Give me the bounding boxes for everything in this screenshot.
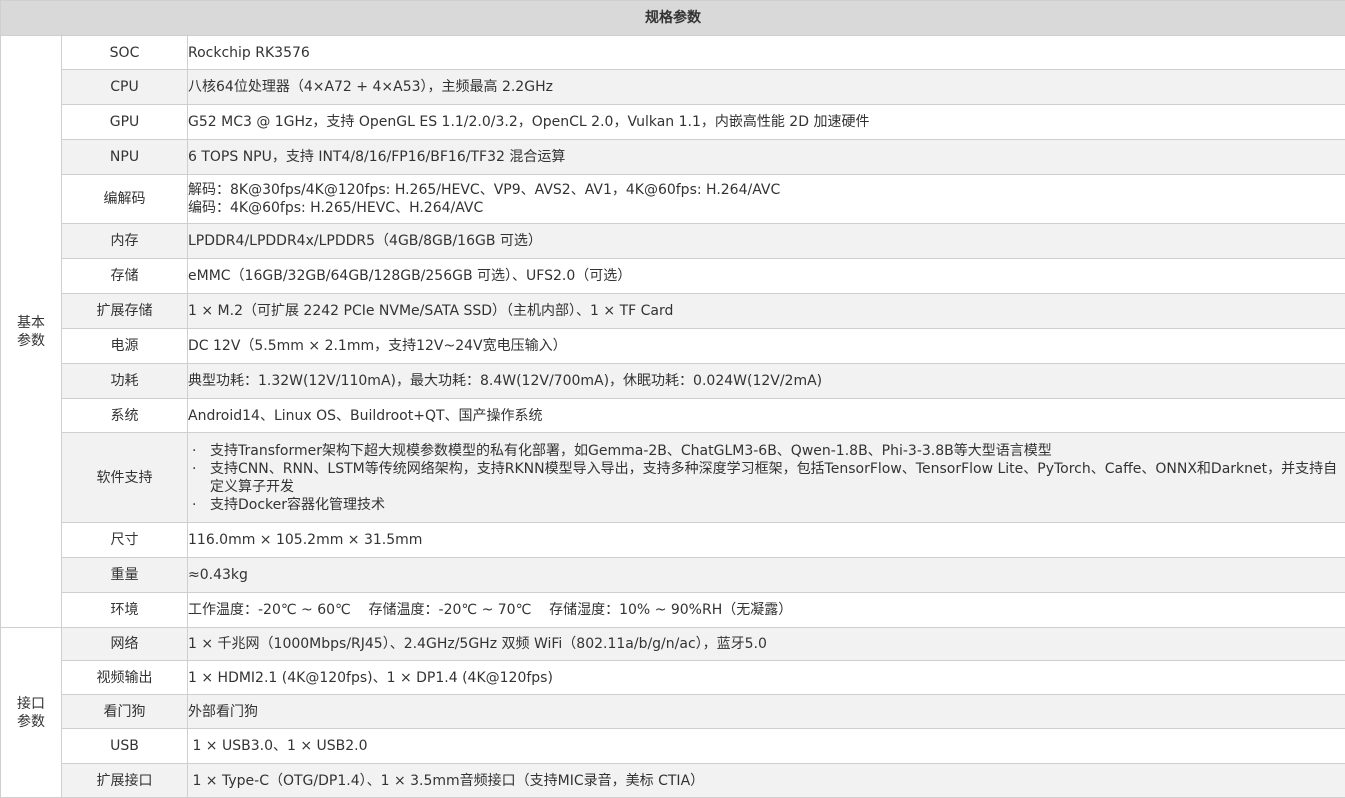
group-label: 接口参数 <box>0 627 62 798</box>
row-label: SOC <box>61 35 188 70</box>
row-value: 外部看门狗 <box>187 694 1345 729</box>
row-value: 116.0mm × 105.2mm × 31.5mm <box>187 522 1345 558</box>
table-row: 扩展存储 1 × M.2（可扩展 2242 PCIe NVMe/SATA SSD）… <box>1 293 1345 329</box>
row-label: CPU <box>61 69 188 105</box>
row-value: 1 × Type-C（OTG/DP1.4）、1 × 3.5mm音频接口（支持MI… <box>187 763 1345 798</box>
row-label: 扩展存储 <box>61 293 188 329</box>
value-line: 1 × M.2（可扩展 2242 PCIe NVMe/SATA SSD）（主机内… <box>188 303 674 319</box>
table-row: 电源 DC 12V（5.5mm × 2.1mm，支持12V~24V宽电压输入） <box>1 328 1345 364</box>
row-value: 1 × USB3.0、1 × USB2.0 <box>187 728 1345 764</box>
row-value: DC 12V（5.5mm × 2.1mm，支持12V~24V宽电压输入） <box>187 328 1345 364</box>
value-line: 解码：8K@30fps/4K@120fps: H.265/HEVC、VP9、AV… <box>188 182 781 198</box>
row-label: 网络 <box>61 627 188 661</box>
value-line: G52 MC3 @ 1GHz，支持 OpenGL ES 1.1/2.0/3.2，… <box>188 114 870 130</box>
table-row: CPU 八核64位处理器（4×A72 + 4×A53），主频最高 2.2GHz <box>1 69 1345 105</box>
row-label: 内存 <box>61 223 188 259</box>
spec-table: 规格参数 基本参数 SOC Rockchip RK3576 CPU 八核64位处理器（4… <box>0 0 1345 798</box>
table-row: 尺寸 116.0mm × 105.2mm × 31.5mm <box>1 522 1345 558</box>
row-label: 扩展接口 <box>61 763 188 798</box>
table-row: 内存 LPDDR4/LPDDR4x/LPDDR5（4GB/8GB/16GB 可选） <box>1 223 1345 259</box>
bullet-dot-icon: · <box>192 460 197 477</box>
table-row: 接口参数 网络 1 × 千兆网（1000Mbps/RJ45）、2.4GHz/5GHz… <box>0 627 1345 798</box>
table-header-row: 规格参数 <box>0 0 1345 36</box>
value-line: 116.0mm × 105.2mm × 31.5mm <box>188 532 423 548</box>
table-row: 视频输出 1 × HDMI2.1 (4K@120fps)、1 × DP1.4 (4… <box>1 660 1345 695</box>
value-line: eMMC（16GB/32GB/64GB/128GB/256GB 可选）、UFS2… <box>188 268 632 284</box>
row-label: 环境 <box>61 592 188 628</box>
row-label: 尺寸 <box>61 522 188 558</box>
row-value: Rockchip RK3576 <box>187 35 1345 70</box>
table-row: 环境 工作温度：-20℃ ~ 60℃ 存储温度：-20℃ ~ 70℃ 存储湿度：1… <box>1 592 1345 628</box>
row-label: 功耗 <box>61 363 188 399</box>
table-row: 系统 Android14、Linux OS、Buildroot+QT、国产操作系统 <box>1 398 1345 433</box>
row-label: 视频输出 <box>61 660 188 695</box>
bullet-text: 支持CNN、RNN、LSTM等传统网络架构，支持RKNN模型导入导出，支持多种深… <box>210 460 1338 495</box>
table-row: 扩展接口 1 × Type-C（OTG/DP1.4）、1 × 3.5mm音频接口… <box>1 763 1345 798</box>
table-row: 编解码 解码：8K@30fps/4K@120fps: H.265/HEVC、VP9… <box>1 174 1345 224</box>
value-line: 6 TOPS NPU，支持 INT4/8/16/FP16/BF16/TF32 混… <box>188 149 566 165</box>
group-label-text: 基本参数 <box>17 314 45 349</box>
row-value: · 支持Transformer架构下超大规模参数模型的私有化部署，如Gemma-2… <box>187 432 1345 523</box>
row-value: 工作温度：-20℃ ~ 60℃ 存储温度：-20℃ ~ 70℃ 存储湿度：10%… <box>187 592 1345 628</box>
row-label: 软件支持 <box>61 432 188 523</box>
row-value: G52 MC3 @ 1GHz，支持 OpenGL ES 1.1/2.0/3.2，… <box>187 104 1345 140</box>
value-line: Android14、Linux OS、Buildroot+QT、国产操作系统 <box>188 407 543 424</box>
spec-table-body: 基本参数 SOC Rockchip RK3576 CPU 八核64位处理器（4×A72 … <box>0 35 1345 798</box>
value-line: 1 × HDMI2.1 (4K@120fps)、1 × DP1.4 (4K@12… <box>188 669 553 686</box>
bullet-item: · 支持Docker容器化管理技术 <box>189 496 1345 514</box>
table-title: 规格参数 <box>0 0 1345 36</box>
value-line: DC 12V（5.5mm × 2.1mm，支持12V~24V宽电压输入） <box>188 338 567 354</box>
bullet-item: · 支持Transformer架构下超大规模参数模型的私有化部署，如Gemma-2… <box>189 442 1345 460</box>
value-line: 外部看门狗 <box>188 703 259 720</box>
row-value: 6 TOPS NPU，支持 INT4/8/16/FP16/BF16/TF32 混… <box>187 139 1345 175</box>
group-label: 基本参数 <box>0 35 62 628</box>
value-line: ≈0.43kg <box>188 567 248 583</box>
row-value: 解码：8K@30fps/4K@120fps: H.265/HEVC、VP9、AV… <box>187 174 1345 224</box>
table-row: NPU 6 TOPS NPU，支持 INT4/8/16/FP16/BF16/TF3… <box>1 139 1345 175</box>
row-label: 重量 <box>61 557 188 593</box>
table-row: 基本参数 SOC Rockchip RK3576 <box>0 35 1345 628</box>
value-line: 八核64位处理器（4×A72 + 4×A53），主频最高 2.2GHz <box>188 79 553 95</box>
row-value: 1 × HDMI2.1 (4K@120fps)、1 × DP1.4 (4K@12… <box>187 660 1345 695</box>
bullet-dot-icon: · <box>192 442 197 459</box>
row-value: 1 × 千兆网（1000Mbps/RJ45）、2.4GHz/5GHz 双频 Wi… <box>187 627 1345 661</box>
row-label: 编解码 <box>61 174 188 224</box>
row-value: 1 × M.2（可扩展 2242 PCIe NVMe/SATA SSD）（主机内… <box>187 293 1345 329</box>
bullet-text: 支持Transformer架构下超大规模参数模型的私有化部署，如Gemma-2B… <box>210 442 1052 459</box>
value-line: Rockchip RK3576 <box>188 44 310 61</box>
value-line: LPDDR4/LPDDR4x/LPDDR5（4GB/8GB/16GB 可选） <box>188 233 542 249</box>
value-line: 编码：4K@60fps: H.265/HEVC、H.264/AVC <box>188 200 484 216</box>
row-label: USB <box>61 728 188 764</box>
group-label-text: 接口参数 <box>17 695 45 730</box>
value-line: 1 × Type-C（OTG/DP1.4）、1 × 3.5mm音频接口（支持MI… <box>188 772 705 789</box>
bullet-item: · 支持CNN、RNN、LSTM等传统网络架构，支持RKNN模型导入导出，支持多种… <box>189 460 1345 496</box>
table-row: 软件支持 · 支持Transformer架构下超大规模参数模型的私有化部署，如Gem… <box>1 432 1345 523</box>
row-label: GPU <box>61 104 188 140</box>
row-label: 存储 <box>61 258 188 294</box>
row-value: ≈0.43kg <box>187 557 1345 593</box>
row-value: 八核64位处理器（4×A72 + 4×A53），主频最高 2.2GHz <box>187 69 1345 105</box>
row-label: 系统 <box>61 398 188 433</box>
row-value: eMMC（16GB/32GB/64GB/128GB/256GB 可选）、UFS2… <box>187 258 1345 294</box>
value-line: 1 × USB3.0、1 × USB2.0 <box>188 738 368 754</box>
table-row: 存储 eMMC（16GB/32GB/64GB/128GB/256GB 可选）、UF… <box>1 258 1345 294</box>
row-value: LPDDR4/LPDDR4x/LPDDR5（4GB/8GB/16GB 可选） <box>187 223 1345 259</box>
table-row: GPU G52 MC3 @ 1GHz，支持 OpenGL ES 1.1/2.0/3… <box>1 104 1345 140</box>
table-row: 看门狗 外部看门狗 <box>1 694 1345 729</box>
value-line: 工作温度：-20℃ ~ 60℃ 存储温度：-20℃ ~ 70℃ 存储湿度：10%… <box>188 602 793 618</box>
row-label: 看门狗 <box>61 694 188 729</box>
value-line: 典型功耗：1.32W(12V/110mA)，最大功耗：8.4W(12V/700m… <box>188 373 823 389</box>
value-line: 1 × 千兆网（1000Mbps/RJ45）、2.4GHz/5GHz 双频 Wi… <box>188 636 767 652</box>
row-label: 电源 <box>61 328 188 364</box>
bullet-text: 支持Docker容器化管理技术 <box>210 496 386 513</box>
table-row: 功耗 典型功耗：1.32W(12V/110mA)，最大功耗：8.4W(12V/70… <box>1 363 1345 399</box>
table-row: 重量 ≈0.43kg <box>1 557 1345 593</box>
table-row: USB 1 × USB3.0、1 × USB2.0 <box>1 728 1345 764</box>
row-value: Android14、Linux OS、Buildroot+QT、国产操作系统 <box>187 398 1345 433</box>
row-label: NPU <box>61 139 188 175</box>
bullet-dot-icon: · <box>192 496 197 513</box>
row-value: 典型功耗：1.32W(12V/110mA)，最大功耗：8.4W(12V/700m… <box>187 363 1345 399</box>
